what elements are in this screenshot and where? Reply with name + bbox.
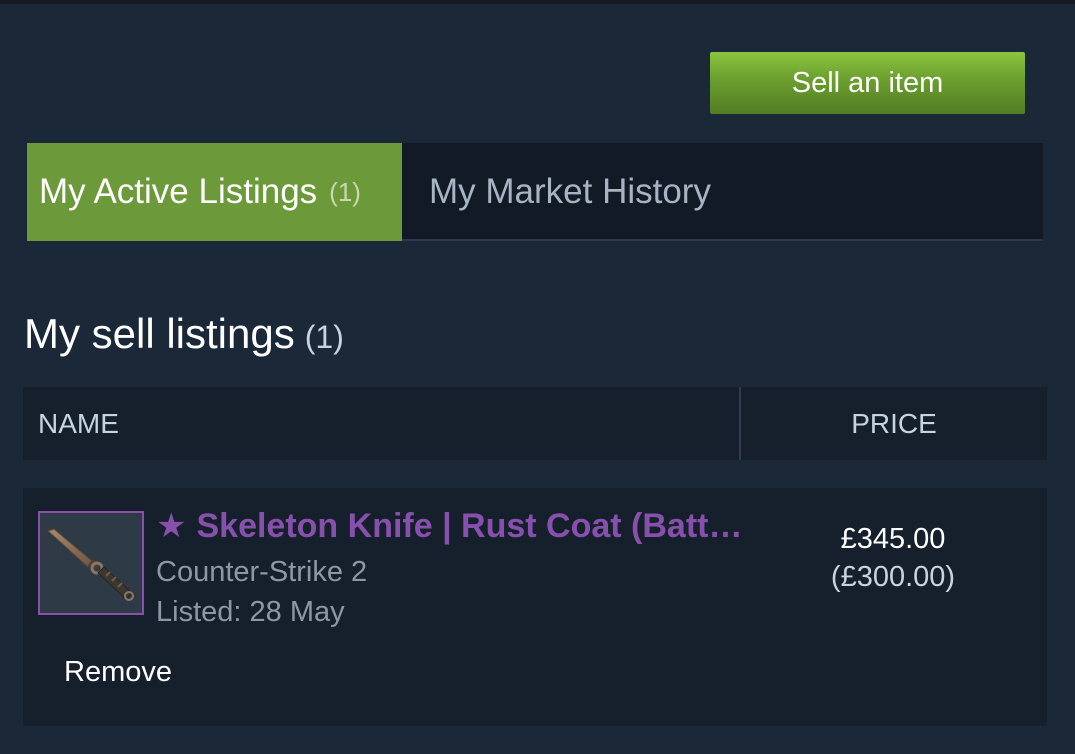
item-price-net: (£300.00)	[830, 561, 956, 593]
item-name-text: Skeleton Knife | Rust Coat (Battle-Scarr…	[196, 507, 746, 545]
listing-tabs: My Active Listings (1) My Market History	[27, 143, 1043, 241]
item-price: £345.00	[840, 523, 946, 555]
tab-active-listings-count: (1)	[329, 176, 361, 207]
knife-thumbnail-icon[interactable]	[38, 511, 144, 615]
section-title: My sell listings (1)	[24, 310, 344, 358]
item-listed-date: Listed: 28 May	[156, 596, 345, 628]
table-row: ★Skeleton Knife | Rust Coat (Battle-Scar…	[23, 488, 1047, 726]
column-header-price: PRICE	[851, 407, 937, 439]
top-border	[0, 0, 1075, 4]
section-title-text: My sell listings	[24, 310, 295, 357]
star-icon: ★	[156, 507, 187, 545]
column-header-name: NAME	[23, 387, 741, 460]
item-name-link[interactable]: ★Skeleton Knife | Rust Coat (Battle-Scar…	[156, 506, 746, 546]
section-title-count: (1)	[304, 319, 344, 355]
tab-market-history-label: My Market History	[429, 172, 711, 211]
tab-market-history[interactable]: My Market History	[402, 143, 711, 241]
item-game: Counter-Strike 2	[156, 556, 368, 588]
tab-active-listings-label: My Active Listings	[39, 172, 318, 211]
remove-listing-button[interactable]: Remove	[64, 656, 172, 689]
sell-item-button[interactable]: Sell an item	[710, 52, 1025, 114]
table-header: NAME PRICE	[23, 387, 1047, 460]
tab-active-listings[interactable]: My Active Listings (1)	[27, 143, 402, 241]
